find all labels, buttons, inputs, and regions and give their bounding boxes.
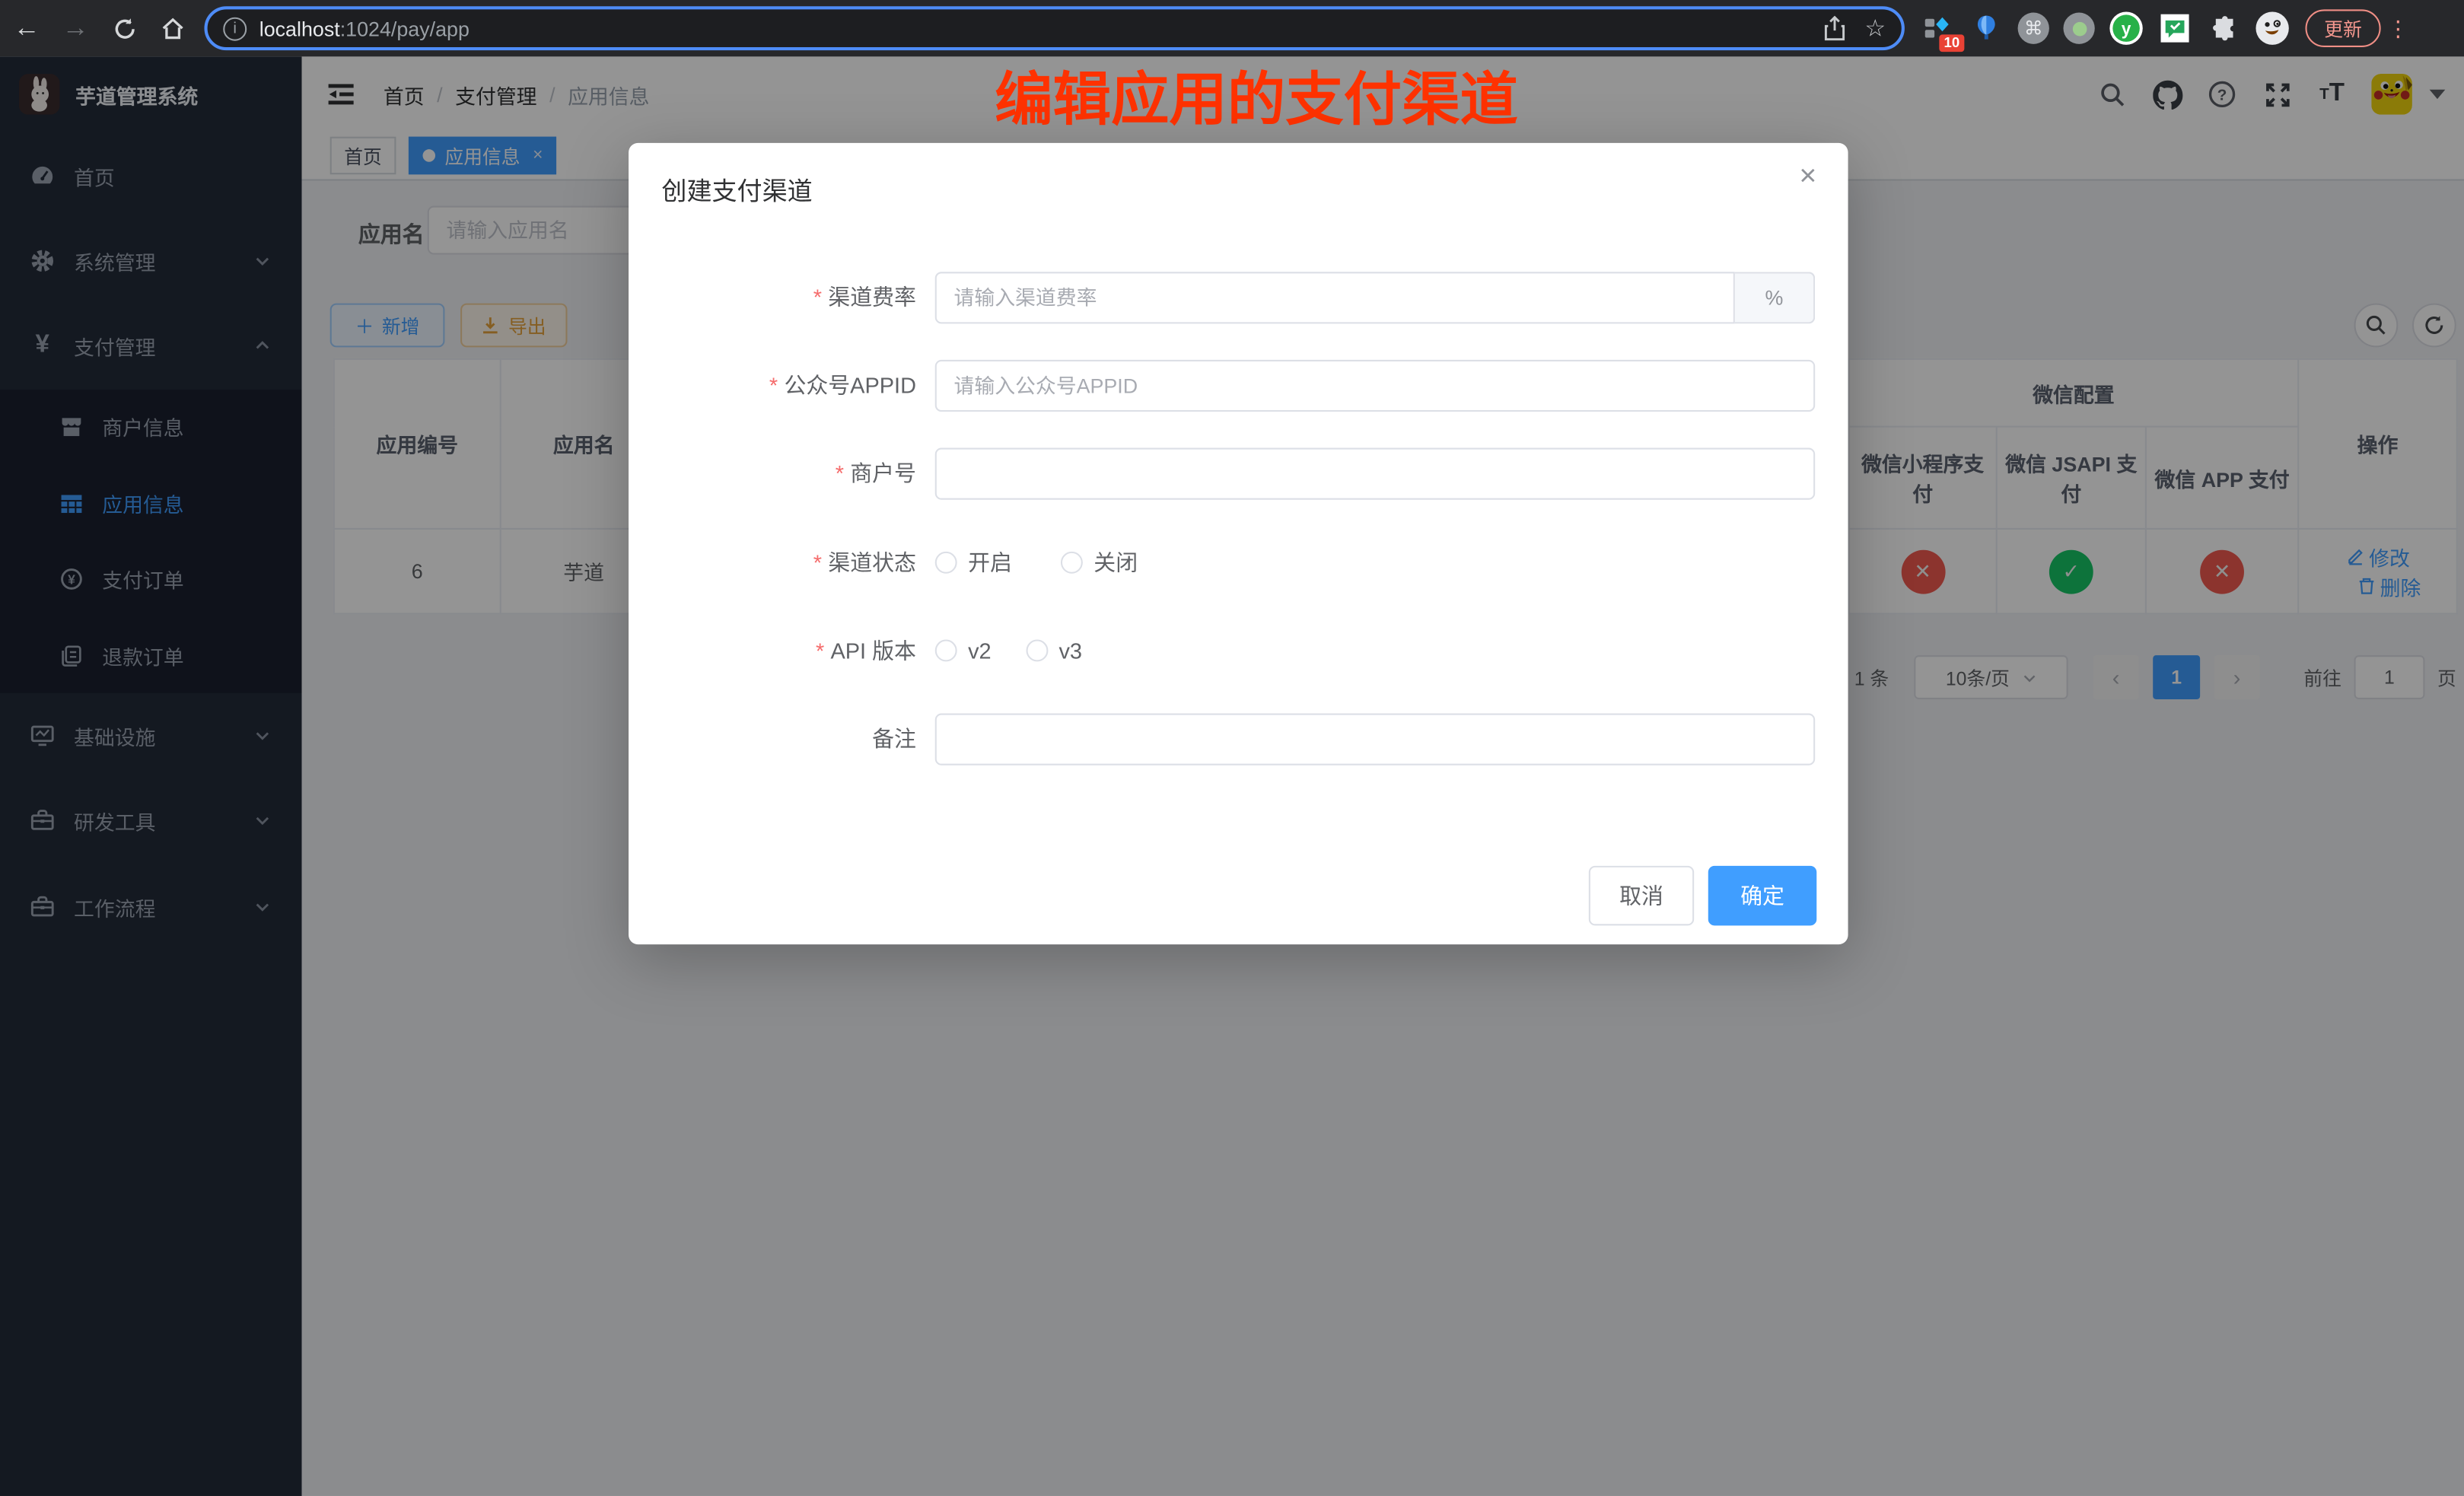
cancel-button[interactable]: 取消 (1589, 866, 1694, 925)
site-info-icon[interactable]: i (223, 17, 247, 40)
bookmark-star-icon[interactable]: ☆ (1864, 14, 1886, 43)
status-label: 渠道状态 (828, 547, 916, 578)
remark-field-row: 备注 (629, 711, 1848, 765)
y-extension-icon[interactable]: y (2109, 11, 2143, 45)
svg-text:y: y (2122, 18, 2131, 38)
appid-label: 公众号APPID (784, 369, 916, 400)
command-extension-icon[interactable]: ⌘ (2018, 13, 2049, 44)
create-channel-dialog: 创建支付渠道 × *渠道费率 % *公众号APPID *商户号 *渠道状态 开启… (629, 143, 1848, 944)
screen: ← → i localhost:1024/pay/app ☆ 10 (0, 0, 2464, 1496)
confirm-button[interactable]: 确定 (1708, 866, 1816, 925)
api-label: API 版本 (830, 635, 915, 666)
balloon-extension-icon[interactable] (1969, 11, 2004, 45)
merchant-label: 商户号 (850, 457, 916, 489)
browser-forward-icon[interactable]: → (53, 6, 97, 50)
dialog-close-icon[interactable]: × (1799, 162, 1816, 193)
status-field-row: *渠道状态 开启 关闭 (629, 536, 1848, 589)
api-v2-radio[interactable]: v2 (935, 638, 992, 663)
rate-field-row: *渠道费率 % (629, 270, 1848, 323)
remark-label: 备注 (872, 723, 916, 754)
browser-home-icon[interactable] (151, 6, 195, 50)
url-path: :1024/pay/app (340, 17, 470, 40)
devtools-extension-icon[interactable]: 10 (1921, 11, 1955, 45)
browser-update-button[interactable]: 更新 (2306, 9, 2381, 47)
browser-menu-icon[interactable]: ⋮ (2387, 15, 2409, 42)
chat-extension-icon[interactable] (2157, 11, 2192, 45)
rate-input[interactable] (935, 271, 1735, 323)
extension-badge: 10 (1939, 34, 1964, 52)
status-closed-radio[interactable]: 关闭 (1061, 547, 1138, 578)
extensions-puzzle-icon[interactable] (2206, 11, 2240, 45)
percent-suffix: % (1735, 271, 1815, 323)
status-open-radio[interactable]: 开启 (935, 547, 1012, 578)
radio-circle (935, 552, 957, 574)
radio-circle (935, 639, 957, 661)
annotation-text: 编辑应用的支付渠道 (995, 69, 1518, 132)
radio-circle (1061, 552, 1083, 574)
browser-reload-icon[interactable] (102, 6, 146, 50)
dialog-title: 创建支付渠道 (661, 170, 812, 208)
appid-input[interactable] (935, 359, 1815, 411)
browser-toolbar: ← → i localhost:1024/pay/app ☆ 10 (0, 0, 2464, 56)
remark-input[interactable] (935, 713, 1815, 765)
api-v3-radio[interactable]: v3 (1026, 638, 1082, 663)
radio-circle (1026, 639, 1048, 661)
address-bar[interactable]: i localhost:1024/pay/app ☆ (204, 6, 1904, 50)
browser-back-icon[interactable]: ← (5, 6, 49, 50)
profile-avatar-icon[interactable] (2255, 11, 2289, 45)
appid-field-row: *公众号APPID (629, 358, 1848, 412)
share-icon[interactable] (1823, 16, 1846, 41)
merchant-input[interactable] (935, 447, 1815, 499)
url-host: localhost (259, 17, 340, 40)
merchant-field-row: *商户号 (629, 446, 1848, 499)
rate-label: 渠道费率 (828, 282, 916, 313)
recorder-extension-icon[interactable] (2063, 13, 2094, 44)
api-field-row: *API 版本 v2 v3 (629, 624, 1848, 677)
extensions-row: 10 ⌘ y (1921, 11, 2290, 45)
